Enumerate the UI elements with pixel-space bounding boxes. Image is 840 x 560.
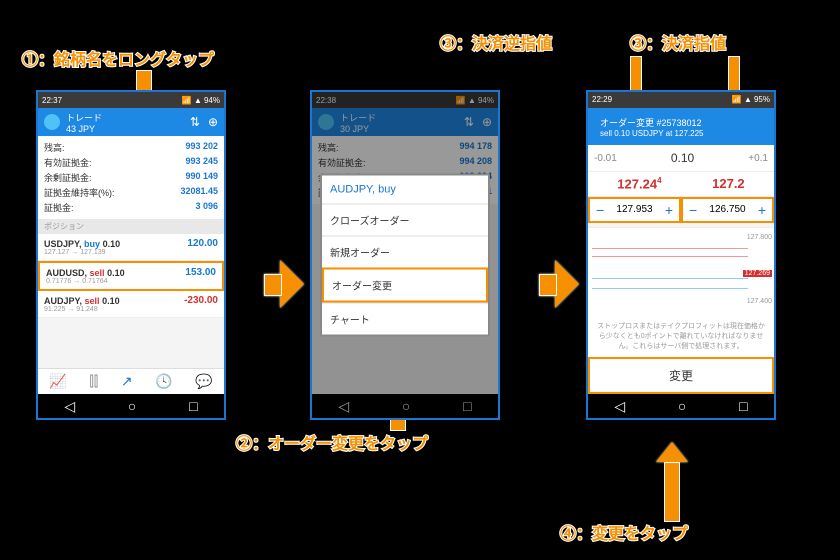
statusbar: 22:37 📶 ▲ 94% [38, 92, 224, 108]
submit-button[interactable]: 変更 [588, 357, 774, 394]
nav-history-icon[interactable]: 🕓 [155, 373, 172, 390]
price-bid: 127.244 [617, 176, 661, 191]
stop-loss-input[interactable]: − 127.953 + [588, 197, 681, 223]
lot-decrement[interactable]: -0.01 [594, 153, 617, 164]
new-icon[interactable]: ⊕ [208, 115, 218, 129]
lot-controls[interactable]: -0.01 0.10 +0.1 [588, 145, 774, 171]
back-icon[interactable]: ◁ [614, 398, 625, 415]
minus-icon[interactable]: − [685, 202, 701, 218]
flow-arrow-2 [555, 260, 579, 308]
callout-2: ②：オーダー変更をタップ [236, 430, 428, 454]
home-icon[interactable]: ○ [128, 398, 136, 414]
positions-header: ポジション [38, 219, 224, 234]
menu-new-order[interactable]: 新規オーダー [322, 236, 488, 268]
minus-icon[interactable]: − [592, 202, 608, 218]
price-row: 127.244 127.2 [588, 171, 774, 195]
callout-3b: ③：決済指値 [630, 30, 726, 54]
menu-close-order[interactable]: クローズオーダー [322, 204, 488, 236]
order-title: オーダー変更 #25738012 [600, 116, 703, 129]
position-row[interactable]: USDJPY, buy 0.10120.00 127.127 → 127.139 [38, 234, 224, 261]
plus-icon[interactable]: + [754, 202, 770, 218]
lot-increment[interactable]: +0.1 [748, 153, 768, 164]
price-ask: 127.2 [712, 176, 745, 191]
menu-modify-order[interactable]: オーダー変更 [322, 268, 488, 303]
position-row[interactable]: AUDJPY, sell 0.10-230.00 91.225 → 91.248 [38, 291, 224, 318]
app-header: トレード 43 JPY ⇅ ⊕ [38, 108, 224, 136]
screen-3: 22:29📶 ▲ 95% オーダー変更 #25738012 sell 0.10 … [586, 90, 776, 420]
nav-quotes-icon[interactable]: 📈 [49, 373, 66, 390]
account-summary: 残高:993 202 有効証拠金:993 245 余剰証拠金:990 149 証… [38, 136, 224, 219]
time: 22:37 [42, 96, 62, 105]
screen-2: 22:38📶 ▲ 94% トレード30 JPY ⇅⊕ 残高:994 178 有効… [310, 90, 500, 420]
sl-value: 127.953 [608, 204, 661, 215]
app-icon [44, 114, 60, 130]
callout-4: ④：変更をタップ [560, 520, 688, 544]
plus-icon[interactable]: + [661, 202, 677, 218]
screen-1: 22:37 📶 ▲ 94% トレード 43 JPY ⇅ ⊕ 残高:993 202… [36, 90, 226, 420]
home-icon[interactable]: ○ [678, 398, 686, 414]
callout-3a: ③：決済逆指値 [440, 30, 552, 54]
menu-title: AUDJPY, buy [322, 176, 488, 204]
menu-chart[interactable]: チャート [322, 303, 488, 335]
flow-arrow-1 [280, 260, 304, 308]
nav-trade-icon[interactable]: ↗ [121, 373, 133, 390]
header-sub: 43 JPY [66, 124, 184, 134]
callout-1: ①：銘柄名をロングタップ [22, 46, 214, 70]
position-row-highlighted[interactable]: AUDUSD, sell 0.10153.00 0.71776 → 0.7176… [38, 261, 224, 291]
back-icon[interactable]: ◁ [64, 398, 75, 415]
order-header: オーダー変更 #25738012 sell 0.10 USDJPY at 127… [588, 108, 774, 145]
status-icons: 📶 ▲ 94% [182, 96, 220, 105]
context-menu: AUDJPY, buy クローズオーダー 新規オーダー オーダー変更 チャート [320, 174, 490, 337]
nav-candles-icon[interactable]: ⫿⫿ [89, 373, 98, 390]
recent-icon[interactable]: □ [189, 398, 197, 414]
lot-value: 0.10 [671, 151, 694, 165]
tp-value: 126.750 [701, 204, 754, 215]
mini-chart: 127.800 127.400 127.269 [588, 227, 774, 316]
sort-icon[interactable]: ⇅ [190, 115, 200, 129]
header-title: トレード [66, 111, 184, 124]
order-subtitle: sell 0.10 USDJPY at 127.225 [600, 129, 703, 138]
warning-note: ストップロスまたはテイクプロフィットは現在価格から少なくとも0ポイントで離れてい… [588, 315, 774, 357]
android-navbar[interactable]: ◁ ○ □ [38, 394, 224, 418]
bottom-nav[interactable]: 📈 ⫿⫿ ↗ 🕓 💬 [38, 368, 224, 394]
recent-icon[interactable]: □ [739, 398, 747, 414]
take-profit-input[interactable]: − 126.750 + [681, 197, 774, 223]
nav-chat-icon[interactable]: 💬 [195, 373, 212, 390]
